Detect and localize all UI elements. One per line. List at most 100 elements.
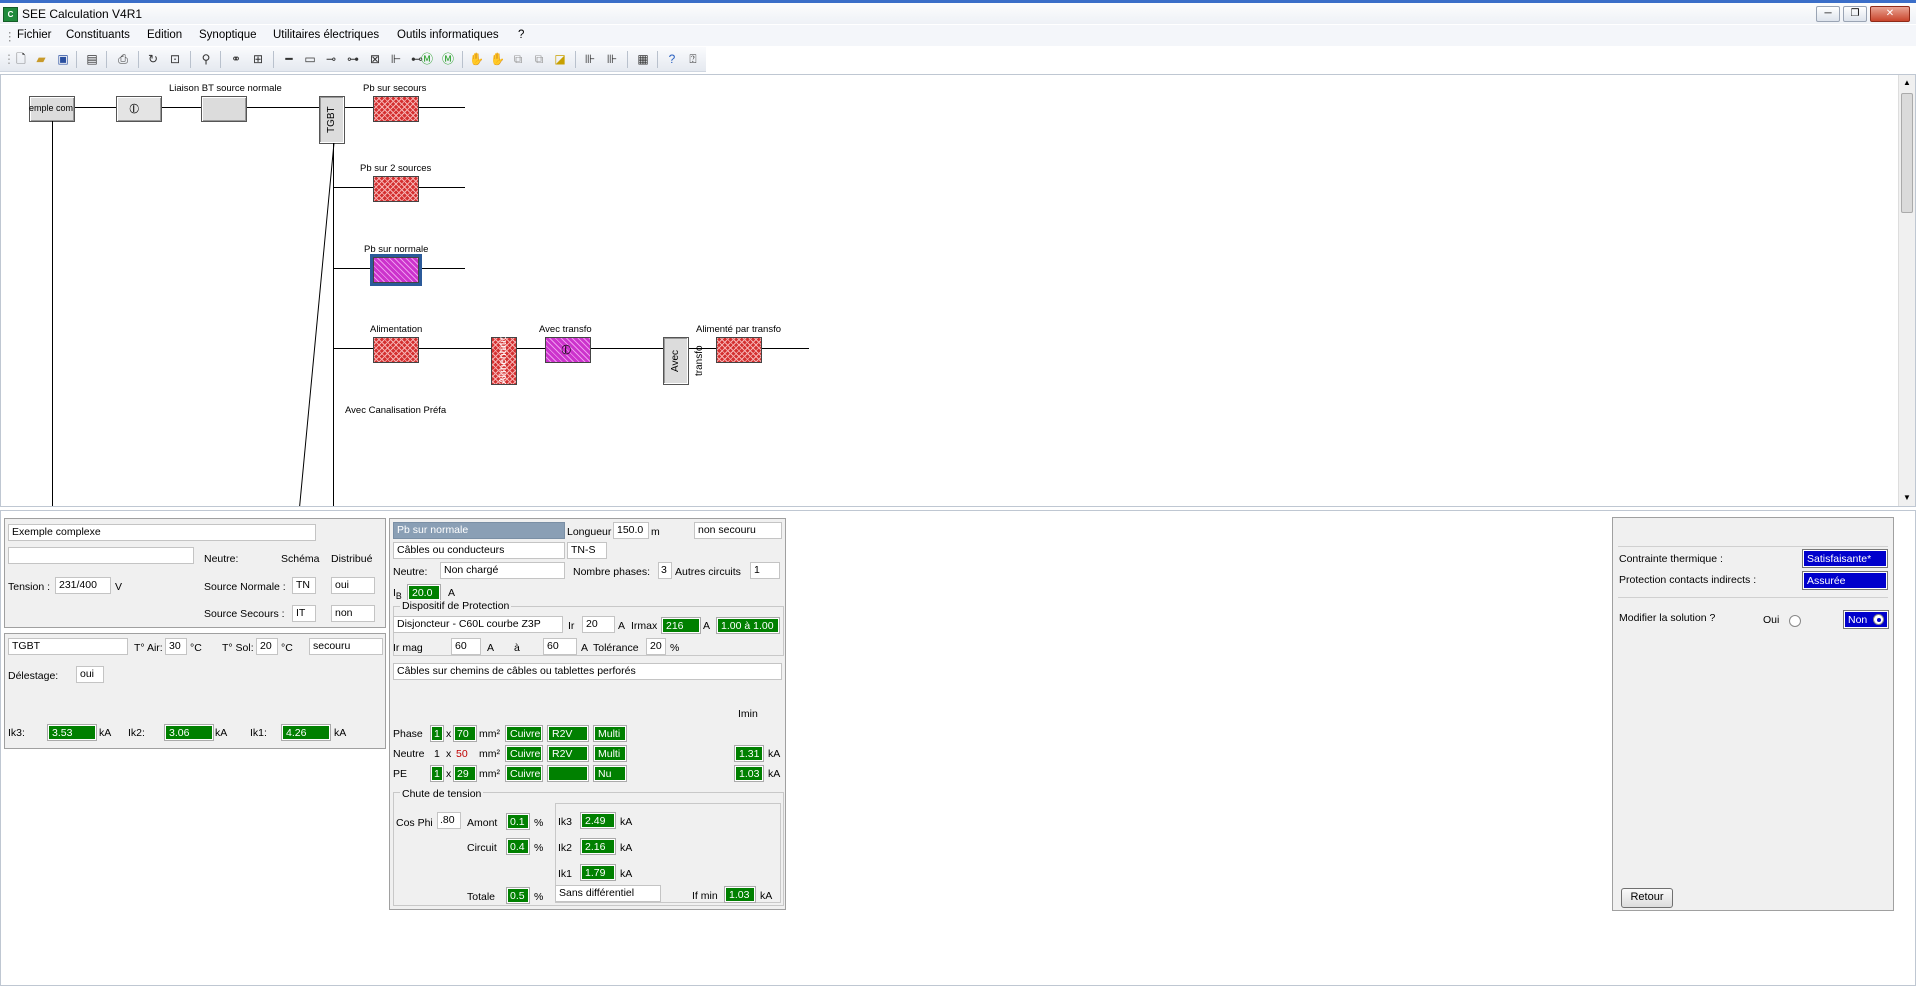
scroll-thumb[interactable] (1901, 93, 1913, 213)
copy-icon[interactable]: ⧉ (511, 52, 525, 66)
eraser-icon[interactable]: ◪ (553, 52, 567, 66)
help-icon[interactable]: ? (665, 52, 679, 66)
ik2-value: 3.06 (165, 725, 213, 740)
tgbt-node[interactable]: TGBT (319, 96, 345, 144)
connector-icon[interactable]: ⊸ (324, 52, 338, 66)
circuit-secouru-field[interactable]: non secouru (694, 522, 782, 539)
project-sub-field[interactable] (8, 547, 194, 564)
circuit-type-field[interactable]: Câbles ou conducteurs (393, 542, 565, 559)
menu-synoptique[interactable]: Synoptique (199, 29, 257, 41)
dispositif-field[interactable]: Disjoncteur - C60L courbe Z3P (393, 616, 563, 633)
paste-icon[interactable]: ⧉ (532, 52, 546, 66)
menu-help[interactable]: ? (518, 29, 524, 41)
save-icon[interactable]: ▣ (56, 52, 70, 66)
non-option[interactable]: Non (1844, 611, 1888, 628)
link-icon[interactable]: ⊶ (346, 52, 360, 66)
retour-button[interactable]: Retour (1621, 888, 1673, 908)
phase-label: Phase (393, 728, 423, 740)
hand-icon[interactable]: ✋ (469, 52, 484, 66)
print-icon[interactable]: ⎙ (116, 52, 130, 66)
modifier-label: Modifier la solution ? (1619, 612, 1716, 624)
project-name-field[interactable]: Exemple complexe (8, 524, 316, 541)
scroll-up-icon[interactable]: ▲ (1899, 75, 1915, 91)
pb-normale-node[interactable] (370, 254, 422, 286)
menu-outils-informatiques[interactable]: Outils informatiques (397, 29, 499, 41)
cosphi-field[interactable]: .80 (437, 812, 461, 829)
tolerance-field[interactable]: 20 (646, 638, 666, 655)
oui-radio[interactable] (1789, 615, 1801, 627)
longueur-field[interactable]: 150.0 (613, 522, 649, 539)
irmag-from-field[interactable]: 60 (451, 638, 481, 655)
properties-icon[interactable]: ⊞ (251, 52, 265, 66)
ik2-unit: kA (215, 727, 228, 739)
motor-2-icon[interactable]: Ⓜ (441, 52, 455, 66)
tsol-field[interactable]: 20 (256, 638, 278, 655)
align-icon[interactable]: ⊪ (583, 52, 597, 66)
synoptic-diagram[interactable]: emple com ⦶ Liaison BT source normale TG… (0, 74, 1916, 507)
tension-unit: V (115, 581, 123, 593)
neutre-metal: Cuivre (506, 746, 542, 761)
busbar-icon[interactable]: ⊩ (389, 52, 403, 66)
liaison-node[interactable] (201, 96, 247, 122)
tgbt-name-field[interactable]: TGBT (8, 638, 128, 655)
line-icon[interactable]: ━ (282, 52, 296, 66)
distribute-icon[interactable]: ⊪ (605, 52, 619, 66)
source-secours-schema-field[interactable]: IT (292, 605, 316, 622)
autres-circuits-field[interactable]: 1 (750, 562, 780, 579)
pose-field[interactable]: Câbles sur chemins de câbles ou tablette… (393, 663, 782, 680)
circuit-name-field[interactable]: Pb sur normale (393, 522, 565, 539)
delestage-field[interactable]: oui (76, 666, 104, 683)
hand-disabled-icon[interactable]: ✋ (490, 52, 505, 66)
fit-icon[interactable]: ⊡ (168, 52, 182, 66)
nb-phases-field[interactable]: 3 (658, 562, 672, 579)
minimize-button[interactable]: ─ (1816, 6, 1840, 22)
avec-transfo-vertical-node[interactable]: Avec transfo (663, 337, 705, 385)
refresh-icon[interactable]: ↻ (146, 52, 160, 66)
circuit-neutre-field[interactable]: Non chargé (440, 562, 565, 579)
source-secours-distribue-field[interactable]: non (331, 605, 375, 622)
irmag-to-field[interactable]: 60 (543, 638, 577, 655)
alimentation-node[interactable] (373, 337, 419, 363)
close-button[interactable]: ✕ (1870, 6, 1910, 22)
differentiel-field[interactable]: Sans différentiel (555, 885, 661, 902)
scroll-down-icon[interactable]: ▼ (1899, 490, 1915, 506)
context-help-icon[interactable]: ⍰ (686, 52, 700, 66)
cosphi-label: Cos Phi (396, 817, 433, 829)
menu-utilitaires-electriques[interactable]: Utilitaires électriques (273, 29, 379, 41)
motor-icon[interactable]: Ⓜ (420, 52, 434, 66)
alimente-transfo-node[interactable] (716, 337, 762, 363)
alimentation-vertical-node[interactable]: Alimentation (491, 329, 517, 385)
binoculars-icon[interactable]: ⚭ (229, 52, 243, 66)
pb-2sources-node[interactable] (373, 176, 419, 202)
zoom-icon[interactable]: ⚲ (199, 52, 213, 66)
ifmin-value: 1.03 (725, 887, 755, 902)
menu-edition[interactable]: Edition (147, 29, 182, 41)
menu-fichier[interactable]: Fichier (17, 29, 52, 41)
tension-field[interactable]: 231/400 (55, 577, 111, 594)
ik2-label: Ik2: (128, 727, 145, 739)
circuit-label: Circuit (467, 842, 497, 854)
table-icon[interactable]: ▤ (85, 52, 99, 66)
maximize-button[interactable]: ❐ (1843, 6, 1867, 22)
new-file-icon[interactable]: 🗋 (14, 52, 28, 66)
source-normale-schema-field[interactable]: TN (292, 577, 316, 594)
transformer-node[interactable]: ⦶ (116, 96, 162, 122)
open-folder-icon[interactable]: ▰ (34, 52, 48, 66)
irmag-label: Ir mag (393, 642, 423, 654)
menu-constituants[interactable]: Constituants (66, 29, 130, 41)
amont-value: 0.1 (507, 814, 529, 829)
toolbar: ⋮ 🗋 ▰ ▣ ▤ ⎙ ↻ ⊡ ⚲ ⚭ ⊞ ━ ▭ ⊸ ⊶ ⊠ ⊩ ⊷ Ⓜ Ⓜ … (0, 47, 706, 72)
circuit-schema-field[interactable]: TN-S (567, 542, 607, 559)
source-node[interactable]: emple com (29, 96, 75, 122)
source-normale-distribue-field[interactable]: oui (331, 577, 375, 594)
switch-icon[interactable]: ⊠ (368, 52, 382, 66)
diagram-scrollbar[interactable]: ▲ ▼ (1898, 75, 1915, 506)
non-radio[interactable] (1873, 614, 1884, 625)
ir-field[interactable]: 20 (582, 616, 615, 633)
tgbt-secouru-field[interactable]: secouru (309, 638, 383, 655)
calculator-icon[interactable]: ▦ (636, 52, 650, 66)
box-icon[interactable]: ▭ (303, 52, 317, 66)
pb-secours-node[interactable] (373, 96, 419, 122)
avec-transfo-node[interactable]: ⦶ (545, 337, 591, 363)
tair-field[interactable]: 30 (165, 638, 187, 655)
